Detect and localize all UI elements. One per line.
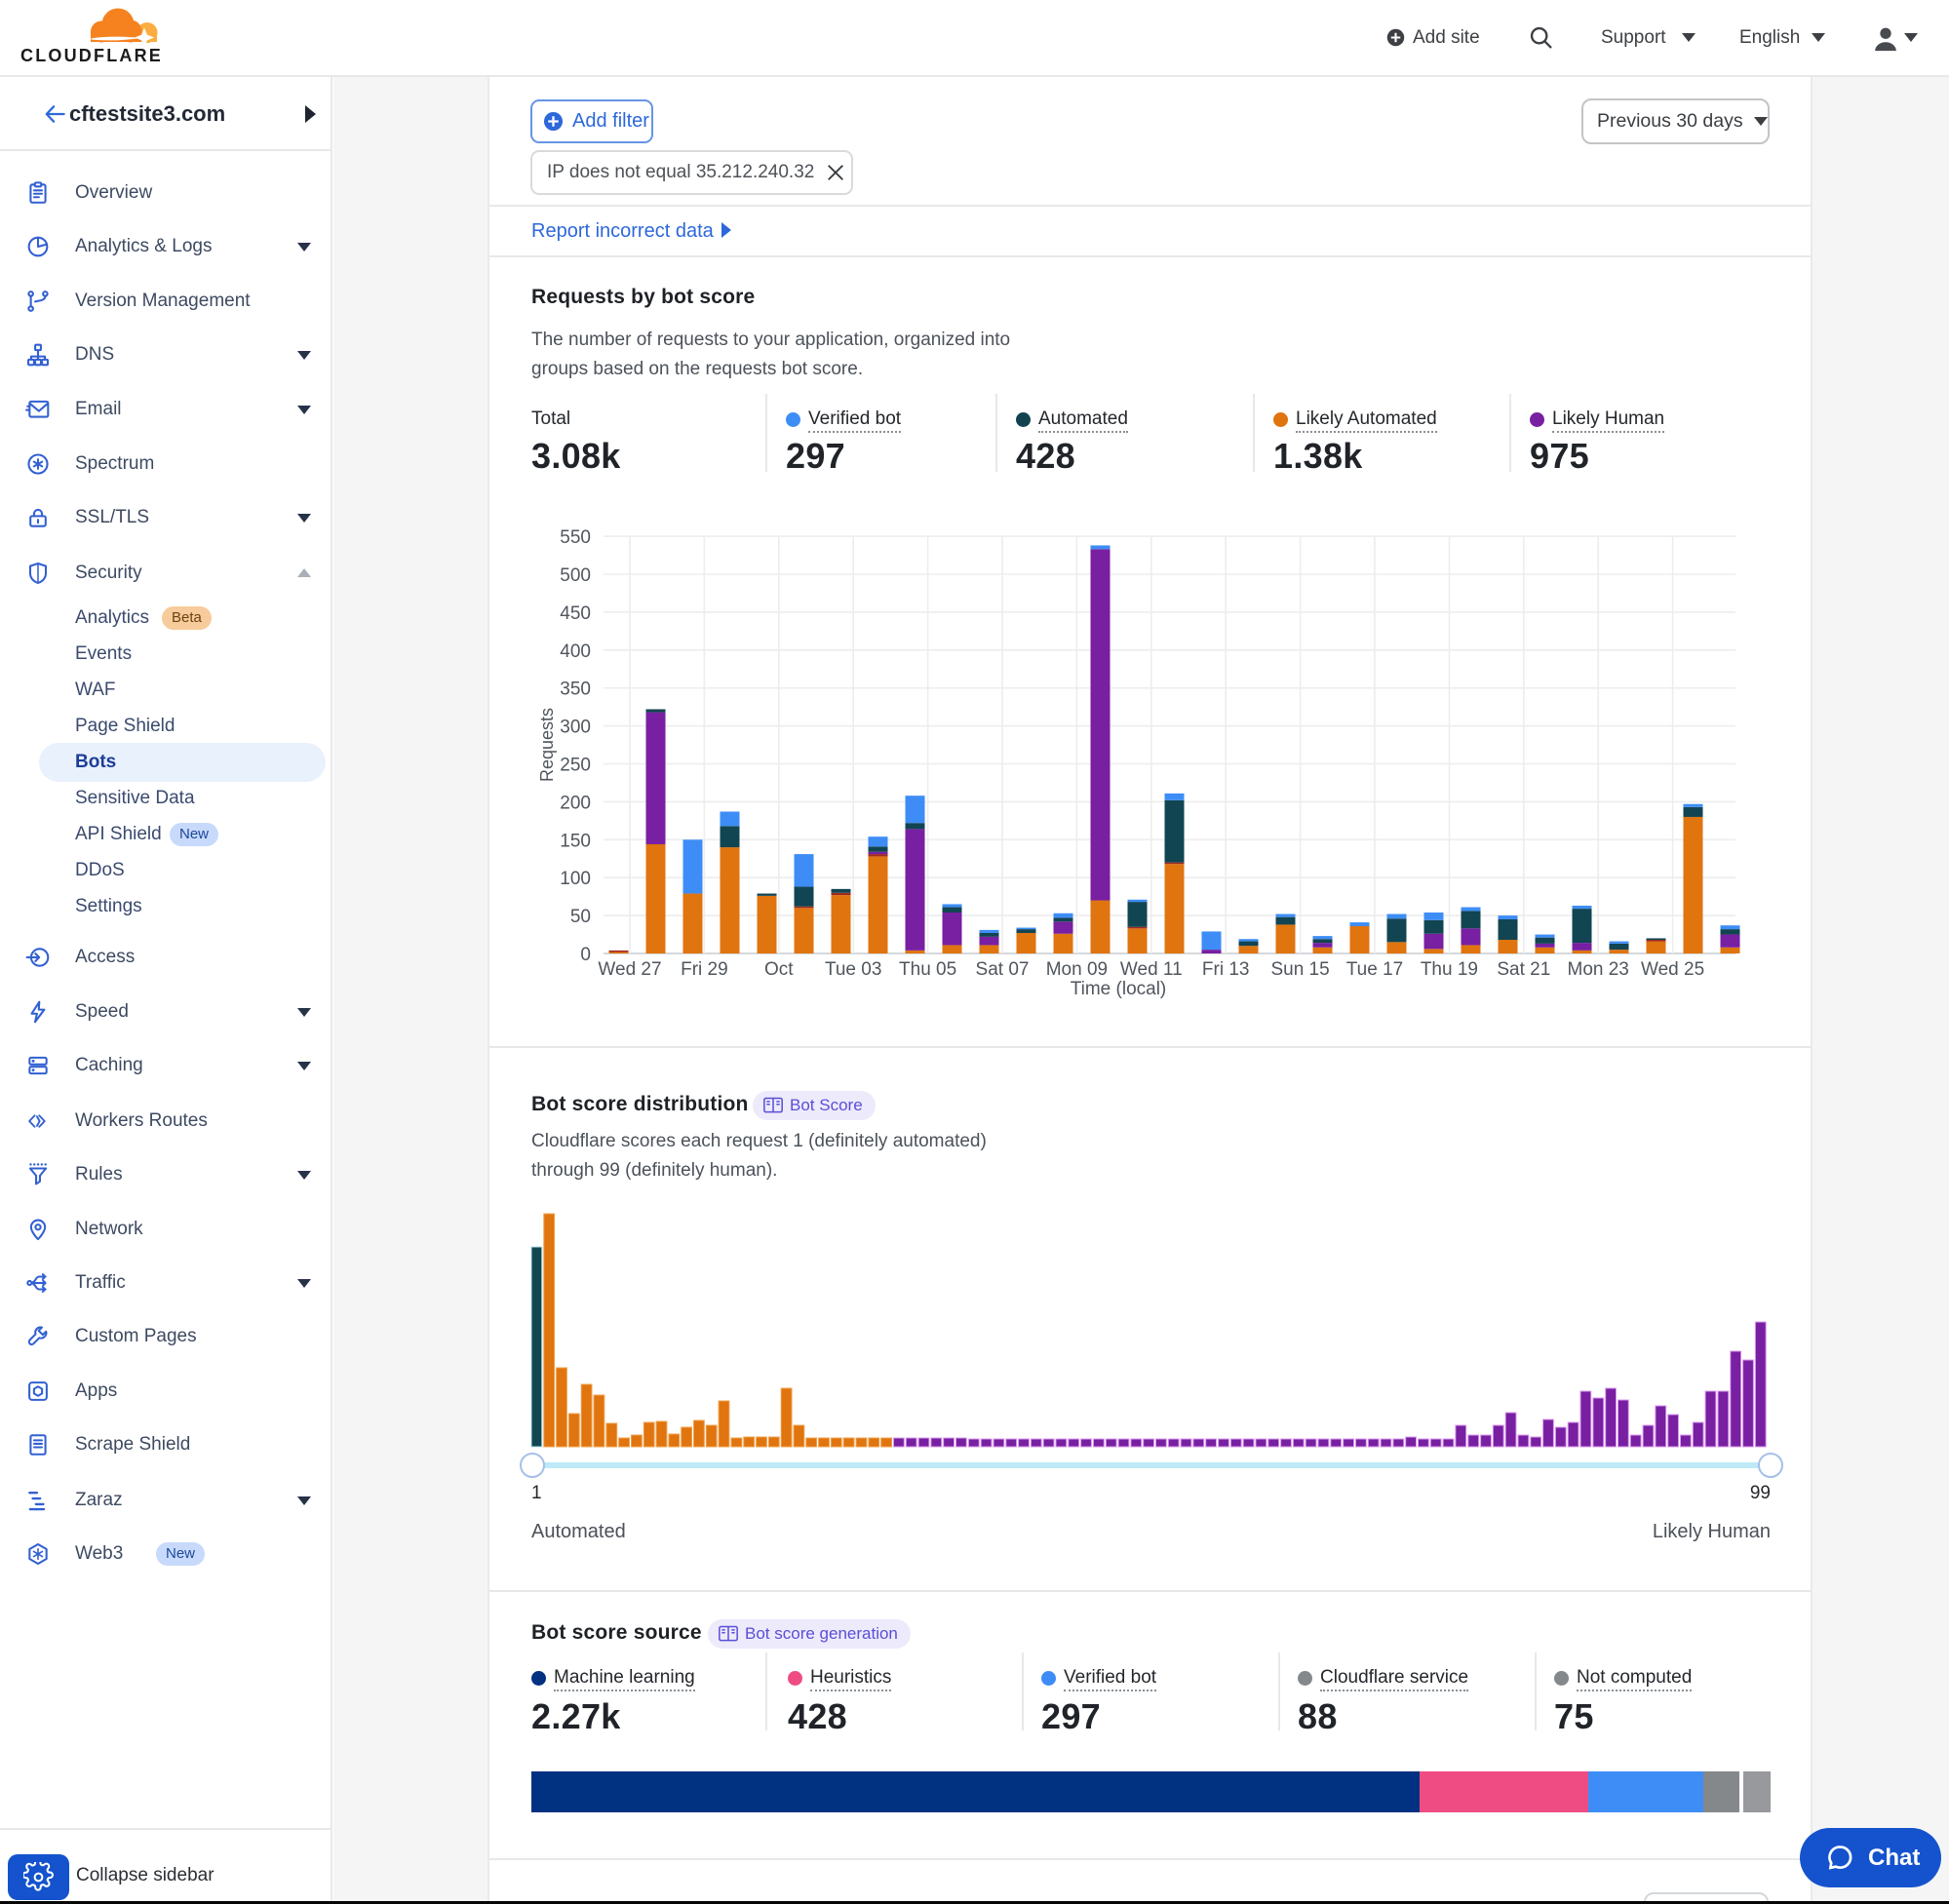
svg-text:CLOUDFLARE: CLOUDFLARE	[20, 46, 163, 65]
